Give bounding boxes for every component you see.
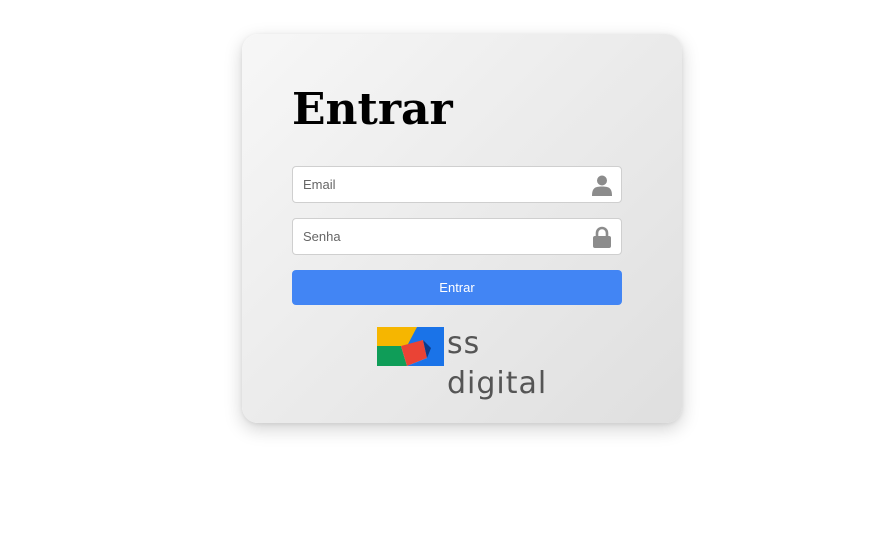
- email-field[interactable]: [292, 166, 622, 203]
- login-card: Entrar Entrar ss digital: [242, 34, 682, 423]
- user-icon: [592, 175, 612, 196]
- password-input[interactable]: [293, 219, 583, 254]
- page-title: Entrar: [292, 84, 453, 135]
- lock-icon: [593, 226, 611, 248]
- logo-mark-icon: [377, 327, 444, 366]
- email-input[interactable]: [293, 167, 583, 202]
- login-button[interactable]: Entrar: [292, 270, 622, 305]
- logo-text: ss digital: [447, 326, 548, 401]
- password-field[interactable]: [292, 218, 622, 255]
- ss-digital-logo: ss digital: [377, 324, 579, 401]
